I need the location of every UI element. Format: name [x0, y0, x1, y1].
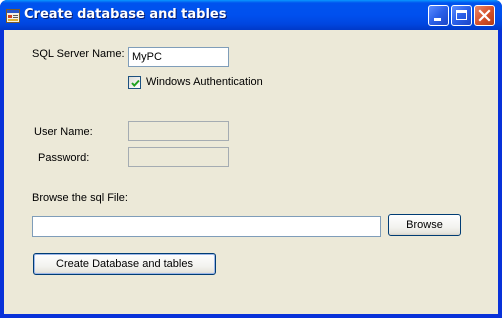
main-window: Create database and tables SQL Server Na…	[0, 0, 502, 318]
server-name-input[interactable]: MyPC	[128, 47, 229, 67]
app-form-icon[interactable]	[6, 8, 20, 23]
username-input[interactable]	[128, 121, 229, 141]
username-label: User Name:	[34, 126, 93, 138]
browse-file-label: Browse the sql File:	[32, 192, 128, 204]
server-name-label: SQL Server Name:	[32, 48, 125, 60]
minimize-button[interactable]	[428, 5, 449, 26]
browse-button[interactable]: Browse	[388, 214, 461, 236]
maximize-button[interactable]	[451, 5, 472, 26]
title-bar[interactable]: Create database and tables	[0, 0, 502, 30]
password-input[interactable]	[128, 147, 229, 167]
maximize-icon	[456, 10, 467, 20]
close-icon	[478, 9, 491, 22]
window-title: Create database and tables	[24, 7, 227, 22]
checkmark-icon	[131, 79, 140, 87]
close-button[interactable]	[474, 5, 495, 26]
password-label: Password:	[38, 152, 90, 164]
windows-auth-label[interactable]: Windows Authentication	[146, 76, 263, 88]
sql-file-path-input[interactable]	[32, 216, 381, 237]
create-database-button[interactable]: Create Database and tables	[33, 253, 216, 275]
minimize-icon	[434, 18, 441, 21]
windows-auth-checkbox[interactable]	[128, 76, 141, 89]
form-client-area: SQL Server Name: MyPC Windows Authentica…	[4, 30, 498, 314]
